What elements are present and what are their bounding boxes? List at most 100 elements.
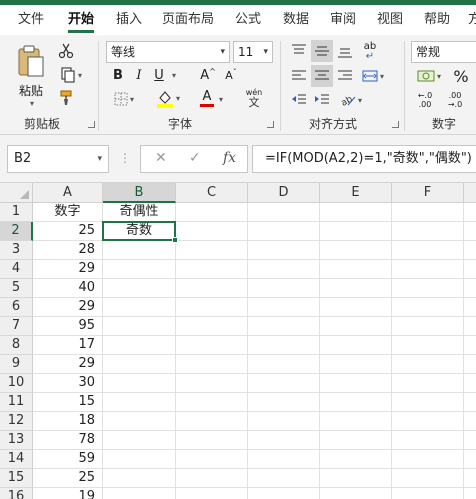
cell[interactable] xyxy=(320,355,392,374)
cell[interactable] xyxy=(176,450,248,469)
row-header[interactable]: 6 xyxy=(0,298,33,317)
cell[interactable] xyxy=(103,317,176,336)
cell[interactable] xyxy=(176,298,248,317)
cell[interactable] xyxy=(103,260,176,279)
cell[interactable] xyxy=(176,412,248,431)
row-header[interactable]: 13 xyxy=(0,431,33,450)
cell[interactable] xyxy=(176,355,248,374)
cell[interactable]: 59 xyxy=(33,450,103,469)
cell[interactable] xyxy=(464,260,476,279)
cell[interactable] xyxy=(392,393,464,412)
cell[interactable] xyxy=(392,222,464,241)
italic-button[interactable]: I xyxy=(131,65,147,85)
cell[interactable] xyxy=(103,336,176,355)
cell[interactable] xyxy=(248,317,320,336)
cell[interactable] xyxy=(320,279,392,298)
cell[interactable] xyxy=(248,203,320,222)
row-header[interactable]: 4 xyxy=(0,260,33,279)
orientation-button[interactable]: ab ▾ xyxy=(336,90,366,110)
cell[interactable] xyxy=(176,488,248,499)
cell[interactable] xyxy=(392,431,464,450)
cell[interactable] xyxy=(248,450,320,469)
cell[interactable] xyxy=(103,374,176,393)
align-middle-button[interactable] xyxy=(311,40,333,62)
cell[interactable] xyxy=(176,317,248,336)
cell[interactable] xyxy=(248,355,320,374)
cell[interactable] xyxy=(464,469,476,488)
cell[interactable]: 29 xyxy=(33,260,103,279)
cell[interactable] xyxy=(176,374,248,393)
cell[interactable]: 29 xyxy=(33,298,103,317)
font-dialog-launcher-icon[interactable] xyxy=(267,121,274,128)
cut-button[interactable] xyxy=(55,41,77,61)
cell[interactable] xyxy=(464,374,476,393)
row-header[interactable]: 11 xyxy=(0,393,33,412)
align-right-button[interactable] xyxy=(334,65,356,87)
cell[interactable] xyxy=(248,412,320,431)
underline-button[interactable]: U xyxy=(151,65,167,85)
cell[interactable] xyxy=(464,488,476,499)
cell[interactable]: 78 xyxy=(33,431,103,450)
cell[interactable]: 40 xyxy=(33,279,103,298)
cell[interactable] xyxy=(464,279,476,298)
copy-button[interactable]: ▾ xyxy=(55,65,87,85)
cell[interactable] xyxy=(464,203,476,222)
alignment-dialog-launcher-icon[interactable] xyxy=(392,121,399,128)
wrap-text-button[interactable]: ab ↵ xyxy=(358,40,382,62)
cell[interactable]: 25 xyxy=(33,222,103,241)
cell[interactable] xyxy=(176,431,248,450)
decrease-decimal-button[interactable]: .00 →.0 xyxy=(442,89,468,111)
percent-style-button[interactable]: % xyxy=(450,65,472,87)
cell[interactable] xyxy=(464,412,476,431)
cell[interactable] xyxy=(464,393,476,412)
row-header[interactable]: 10 xyxy=(0,374,33,393)
shrink-font-button[interactable]: Aˇ xyxy=(222,65,240,85)
fill-color-button[interactable]: ▾ xyxy=(152,87,184,109)
cell[interactable] xyxy=(464,355,476,374)
cell[interactable] xyxy=(103,488,176,499)
row-header[interactable]: 15 xyxy=(0,469,33,488)
align-top-button[interactable] xyxy=(288,40,310,62)
decrease-indent-button[interactable] xyxy=(288,90,310,110)
cell[interactable] xyxy=(248,393,320,412)
cell[interactable] xyxy=(392,412,464,431)
cell[interactable] xyxy=(320,260,392,279)
cell[interactable] xyxy=(248,336,320,355)
cell[interactable] xyxy=(392,279,464,298)
cell[interactable]: 奇偶性 xyxy=(103,203,176,222)
cell[interactable] xyxy=(248,488,320,499)
cell[interactable] xyxy=(103,412,176,431)
cell[interactable] xyxy=(464,317,476,336)
row-header[interactable]: 12 xyxy=(0,412,33,431)
cell[interactable] xyxy=(103,450,176,469)
column-header-a[interactable]: A xyxy=(33,183,103,203)
tab-formulas[interactable]: 公式 xyxy=(235,5,261,35)
tab-page-layout[interactable]: 页面布局 xyxy=(162,5,214,35)
cell[interactable] xyxy=(103,355,176,374)
cell[interactable] xyxy=(464,298,476,317)
row-header[interactable]: 3 xyxy=(0,241,33,260)
tab-insert[interactable]: 插入 xyxy=(116,5,142,35)
tab-help[interactable]: 帮助 xyxy=(424,5,450,35)
cancel-entry-button[interactable]: ✕ xyxy=(155,150,167,166)
cell[interactable]: 28 xyxy=(33,241,103,260)
tab-home[interactable]: 开始 xyxy=(68,5,95,35)
cell[interactable] xyxy=(103,393,176,412)
row-header[interactable]: 2 xyxy=(0,222,33,241)
cell[interactable] xyxy=(320,469,392,488)
cell[interactable] xyxy=(320,488,392,499)
cell[interactable] xyxy=(392,355,464,374)
cell[interactable] xyxy=(320,241,392,260)
font-color-dropdown[interactable]: ▾ xyxy=(215,89,225,109)
cell[interactable]: 数字 xyxy=(33,203,103,222)
cell[interactable]: 17 xyxy=(33,336,103,355)
bold-button[interactable]: B xyxy=(109,65,127,85)
cell[interactable] xyxy=(392,488,464,499)
fill-handle[interactable] xyxy=(172,237,178,243)
cell[interactable] xyxy=(176,469,248,488)
cell[interactable] xyxy=(248,298,320,317)
cell[interactable] xyxy=(103,469,176,488)
cell[interactable] xyxy=(103,241,176,260)
cell[interactable] xyxy=(464,431,476,450)
cell[interactable] xyxy=(320,203,392,222)
